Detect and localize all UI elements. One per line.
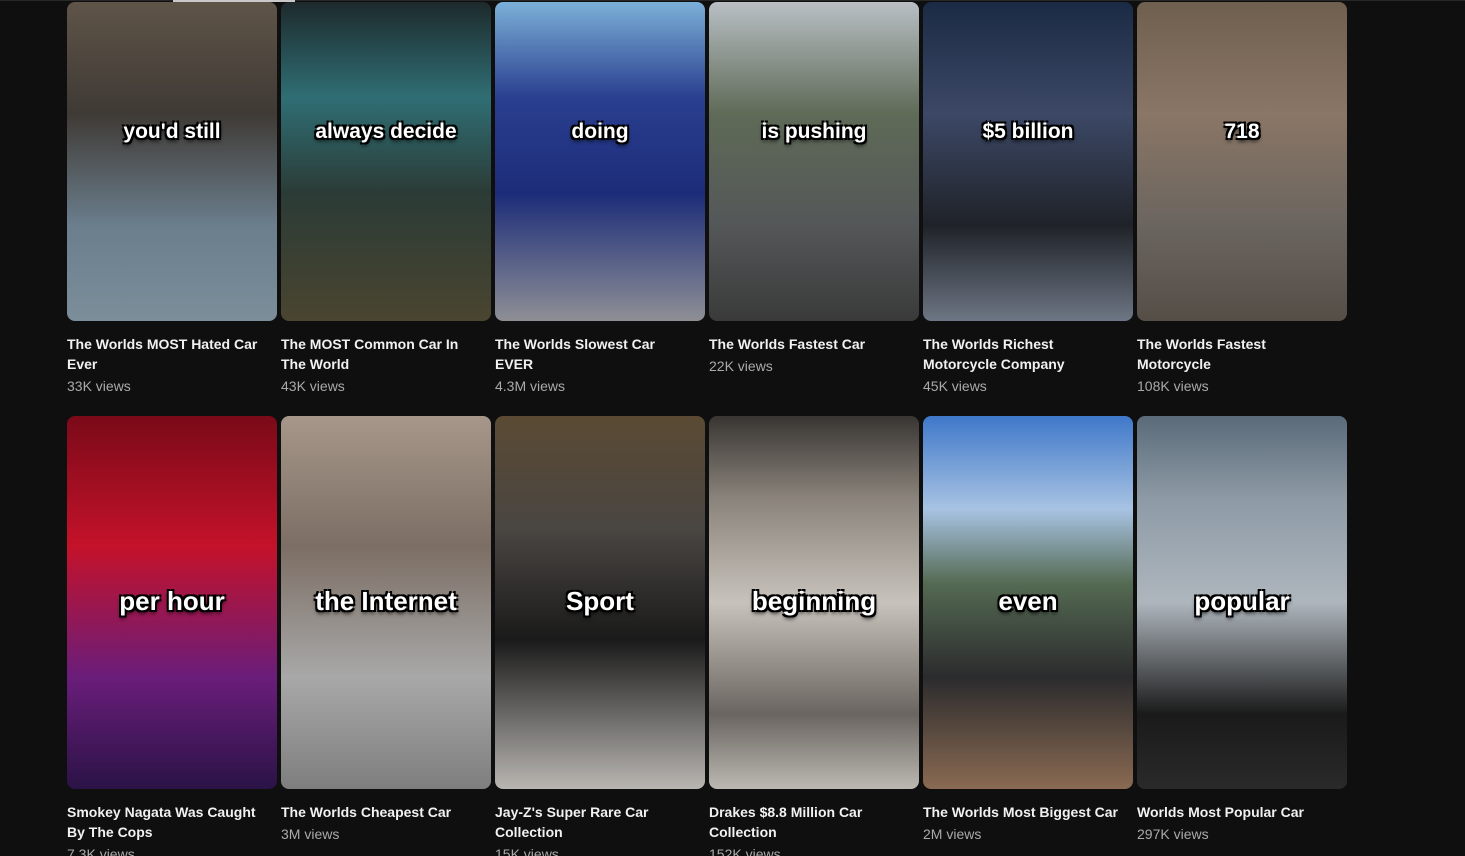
- short-card[interactable]: the Internet The Worlds Cheapest Car 3M …: [281, 416, 491, 856]
- short-thumbnail[interactable]: always decide: [281, 2, 491, 321]
- short-thumbnail[interactable]: is pushing: [709, 2, 919, 321]
- short-views: 45K views: [923, 378, 987, 394]
- short-thumbnail[interactable]: $5 billion: [923, 2, 1133, 321]
- short-title[interactable]: The Worlds Cheapest Car: [281, 802, 481, 822]
- thumbnail-caption: 718: [1224, 120, 1260, 143]
- short-card[interactable]: you'd still The Worlds MOST Hated Car Ev…: [67, 2, 277, 395]
- short-thumbnail[interactable]: beginning: [709, 416, 919, 789]
- short-title[interactable]: The Worlds Richest Motorcycle Company: [923, 334, 1123, 374]
- short-title[interactable]: The Worlds MOST Hated Car Ever: [67, 334, 267, 374]
- shorts-row-2: per hour Smokey Nagata Was Caught By The…: [67, 416, 1347, 856]
- short-thumbnail[interactable]: Sport: [495, 416, 705, 789]
- short-title[interactable]: The MOST Common Car In The World: [281, 334, 481, 374]
- thumbnail-caption: popular: [1194, 586, 1290, 616]
- short-card[interactable]: popular Worlds Most Popular Car 297K vie…: [1137, 416, 1347, 856]
- short-title[interactable]: The Worlds Fastest Car: [709, 334, 909, 354]
- short-title[interactable]: The Worlds Fastest Motorcycle: [1137, 334, 1337, 374]
- short-title[interactable]: Drakes $8.8 Million Car Collection: [709, 802, 909, 842]
- short-card[interactable]: Sport Jay-Z's Super Rare Car Collection …: [495, 416, 705, 856]
- short-views: 2M views: [923, 826, 982, 842]
- short-views: 43K views: [281, 378, 345, 394]
- shorts-row-1: you'd still The Worlds MOST Hated Car Ev…: [67, 2, 1347, 395]
- short-card[interactable]: beginning Drakes $8.8 Million Car Collec…: [709, 416, 919, 856]
- thumbnail-caption: the Internet: [315, 586, 457, 616]
- short-thumbnail[interactable]: per hour: [67, 416, 277, 789]
- short-card[interactable]: even The Worlds Most Biggest Car 2M view…: [923, 416, 1133, 856]
- thumbnail-caption: even: [998, 586, 1058, 616]
- thumbnail-caption: you'd still: [123, 120, 221, 143]
- short-views: 297K views: [1137, 826, 1209, 842]
- short-views: 152K views: [709, 846, 781, 856]
- short-views: 15K views: [495, 846, 559, 856]
- short-thumbnail[interactable]: even: [923, 416, 1133, 789]
- short-title[interactable]: Jay-Z's Super Rare Car Collection: [495, 802, 695, 842]
- short-title[interactable]: Worlds Most Popular Car: [1137, 802, 1337, 822]
- short-card[interactable]: is pushing The Worlds Fastest Car 22K vi…: [709, 2, 919, 395]
- short-thumbnail[interactable]: 718: [1137, 2, 1347, 321]
- short-card[interactable]: per hour Smokey Nagata Was Caught By The…: [67, 416, 277, 856]
- short-title[interactable]: The Worlds Most Biggest Car: [923, 802, 1123, 822]
- thumbnail-caption: Sport: [566, 586, 634, 616]
- thumbnail-caption: $5 billion: [982, 120, 1074, 143]
- short-thumbnail[interactable]: the Internet: [281, 416, 491, 789]
- short-views: 108K views: [1137, 378, 1209, 394]
- short-title[interactable]: The Worlds Slowest Car EVER: [495, 334, 695, 374]
- short-card[interactable]: 718 The Worlds Fastest Motorcycle 108K v…: [1137, 2, 1347, 395]
- short-thumbnail[interactable]: doing: [495, 2, 705, 321]
- short-thumbnail[interactable]: popular: [1137, 416, 1347, 789]
- short-views: 22K views: [709, 358, 773, 374]
- short-views: 33K views: [67, 378, 131, 394]
- short-thumbnail[interactable]: you'd still: [67, 2, 277, 321]
- thumbnail-caption: doing: [571, 120, 629, 143]
- shorts-grid-page: you'd still The Worlds MOST Hated Car Ev…: [0, 0, 1465, 856]
- short-card[interactable]: doing The Worlds Slowest Car EVER 4.3M v…: [495, 2, 705, 395]
- thumbnail-caption: is pushing: [761, 120, 867, 143]
- short-card[interactable]: $5 billion The Worlds Richest Motorcycle…: [923, 2, 1133, 395]
- thumbnail-caption: per hour: [119, 586, 225, 616]
- thumbnail-caption: always decide: [315, 120, 457, 143]
- short-title[interactable]: Smokey Nagata Was Caught By The Cops: [67, 802, 267, 842]
- short-card[interactable]: always decide The MOST Common Car In The…: [281, 2, 491, 395]
- short-views: 3M views: [281, 826, 340, 842]
- short-views: 7.3K views: [67, 846, 135, 856]
- thumbnail-caption: beginning: [751, 586, 877, 616]
- short-views: 4.3M views: [495, 378, 566, 394]
